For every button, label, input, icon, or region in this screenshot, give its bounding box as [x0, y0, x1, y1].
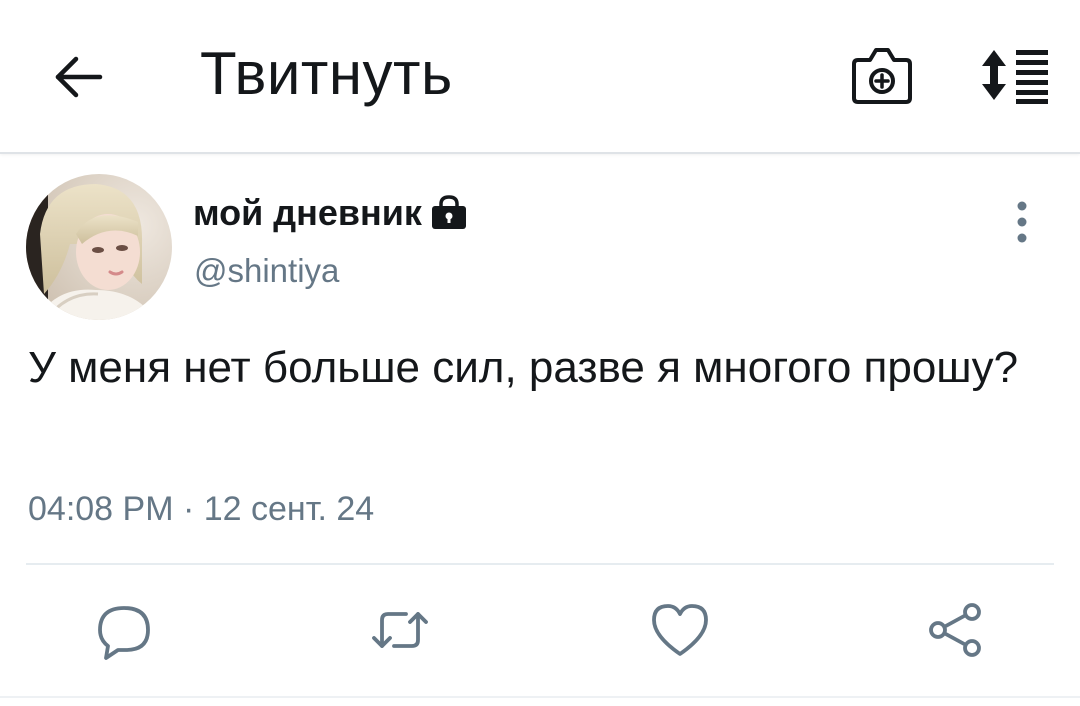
retweet-icon	[372, 612, 428, 648]
profile-photo	[26, 174, 172, 320]
bottom-divider	[0, 696, 1080, 698]
share-button[interactable]	[926, 600, 986, 660]
sort-list-icon	[982, 50, 1048, 104]
camera-button[interactable]	[850, 44, 914, 106]
display-name[interactable]: мой дневник	[193, 192, 422, 234]
page-title: Твитнуть	[200, 40, 453, 107]
heart-icon	[652, 604, 708, 656]
reply-icon	[98, 606, 150, 660]
arrow-left-icon	[55, 56, 103, 98]
tweet-timestamp: 04:08 PM · 12 сент. 24	[28, 490, 375, 528]
more-options-button[interactable]	[1006, 200, 1038, 244]
username[interactable]: @shintiya	[194, 252, 339, 290]
like-button[interactable]	[650, 600, 710, 660]
camera-add-icon	[852, 48, 912, 104]
top-app-bar: Твитнуть	[0, 0, 1080, 154]
divider	[26, 563, 1054, 565]
more-vertical-icon	[1017, 201, 1027, 243]
tweet-text: У меня нет больше сил, разве я многого п…	[28, 343, 1019, 392]
back-button[interactable]	[52, 50, 106, 104]
sort-button[interactable]	[978, 46, 1050, 104]
tweet-screen: Твитнуть мой дневник @shintiya У меня не…	[0, 0, 1080, 706]
retweet-button[interactable]	[370, 600, 430, 660]
avatar[interactable]	[26, 174, 172, 320]
lock-icon	[430, 195, 468, 231]
reply-button[interactable]	[94, 600, 154, 660]
display-name-row: мой дневник	[193, 190, 468, 236]
share-icon	[929, 603, 981, 657]
